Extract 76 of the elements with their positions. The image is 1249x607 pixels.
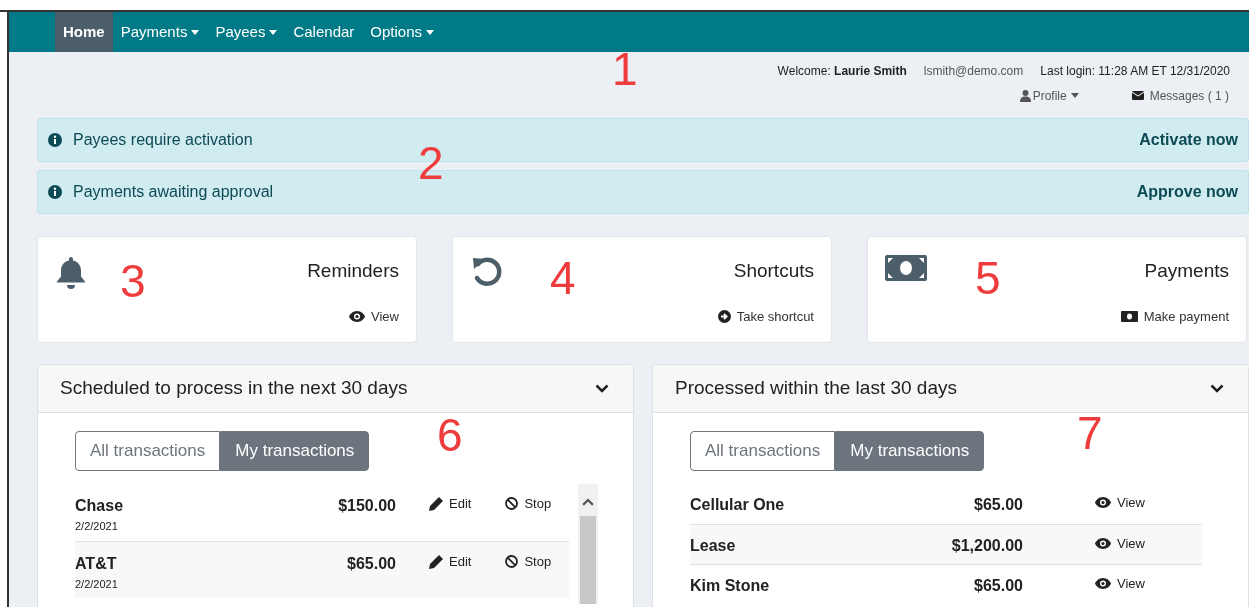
ban-icon: [505, 497, 519, 511]
action-link[interactable]: Edit: [429, 552, 472, 572]
eye-icon: [349, 310, 366, 322]
annotation-number: 7: [1077, 410, 1103, 456]
nav-item[interactable]: Calendar: [285, 12, 363, 52]
alert-action-link[interactable]: Activate now: [1139, 128, 1238, 152]
arrow-right-icon: [717, 309, 731, 323]
filter-tab[interactable]: All transactions: [75, 431, 221, 471]
annotation-number: 6: [437, 412, 463, 458]
payment-amount: $1,200.00: [951, 536, 1023, 556]
action-link[interactable]: View: [1095, 534, 1145, 554]
card-title: Shortcuts: [733, 259, 814, 283]
card-title: Payments: [1144, 259, 1229, 283]
filter-tab[interactable]: My transactions: [220, 431, 370, 471]
payee-name: AT&T: [75, 554, 118, 574]
caret-icon: [1070, 93, 1079, 98]
eye-icon: [1095, 538, 1111, 550]
scrollbar[interactable]: [578, 484, 598, 604]
messages-link[interactable]: Messages ( 1 ): [1131, 86, 1229, 105]
card-title: Reminders: [307, 259, 399, 283]
pencil-icon: [429, 554, 443, 569]
info-icon: [48, 185, 62, 199]
action-link[interactable]: Edit: [429, 494, 472, 514]
collapse-toggle[interactable]: [595, 384, 609, 393]
card-link[interactable]: View: [349, 306, 399, 326]
alert-action-link[interactable]: Approve now: [1136, 180, 1238, 204]
user-icon: [1019, 89, 1031, 102]
action-link[interactable]: Stop: [505, 552, 552, 572]
filter-tab[interactable]: All transactions: [690, 431, 836, 471]
action-link[interactable]: View: [1095, 493, 1145, 513]
undo-icon: [470, 255, 504, 289]
payment-amount: $65.00: [347, 554, 396, 574]
panel-title: Processed within the last 30 days: [675, 376, 957, 401]
annotation-number: 2: [418, 140, 444, 186]
envelope-icon: [1131, 91, 1144, 100]
payee-name: Cellular One: [690, 495, 786, 515]
user-email: lsmith@demo.com: [923, 63, 1024, 80]
card-link[interactable]: Make payment: [1120, 306, 1229, 326]
payment-date: 2/2/2021: [75, 577, 119, 592]
annotation-number: 3: [120, 258, 146, 304]
pencil-icon: [429, 496, 443, 511]
last-login: Last login: 11:28 AM ET 12/31/2020: [1040, 63, 1230, 80]
alert-message: Payments awaiting approval: [73, 182, 274, 202]
money-bill-icon: [1120, 310, 1138, 322]
payment-date: 2/2/2021: [75, 519, 119, 534]
annotation-number: 5: [975, 255, 1001, 301]
profile-menu[interactable]: Profile: [1019, 86, 1079, 105]
payee-name: Chase: [75, 496, 125, 516]
chevron-down-icon: [595, 384, 609, 393]
welcome-text: Welcome: Laurie Smith: [777, 63, 907, 80]
money-bill-icon: [885, 255, 927, 281]
payment-amount: $65.00: [974, 495, 1023, 515]
chevron-down-icon: [1210, 384, 1224, 393]
annotation-number: 1: [612, 46, 638, 92]
chevron-up-icon: [582, 498, 594, 506]
card-link[interactable]: Take shortcut: [717, 306, 814, 326]
payee-name: Lease: [690, 536, 737, 556]
collapse-toggle[interactable]: [1210, 384, 1224, 393]
eye-icon: [1095, 497, 1111, 509]
action-link[interactable]: Stop: [505, 494, 552, 514]
info-icon: [48, 133, 62, 147]
payee-name: Kim Stone: [690, 576, 771, 596]
alert-message: Payees require activation: [73, 130, 253, 150]
payment-amount: $65.00: [974, 576, 1023, 596]
payment-amount: $150.00: [338, 496, 396, 516]
bell-icon: [55, 255, 87, 289]
annotation-number: 4: [550, 255, 576, 301]
ban-icon: [505, 555, 519, 569]
eye-icon: [1095, 578, 1111, 590]
nav-item[interactable]: Payees: [207, 12, 286, 52]
panel-title: Scheduled to process in the next 30 days: [60, 376, 408, 401]
filter-tab[interactable]: My transactions: [835, 431, 985, 471]
nav-item[interactable]: Payments: [112, 12, 208, 52]
action-link[interactable]: View: [1095, 574, 1145, 594]
nav-item[interactable]: Options: [362, 12, 442, 52]
nav-item[interactable]: Home: [55, 12, 113, 52]
